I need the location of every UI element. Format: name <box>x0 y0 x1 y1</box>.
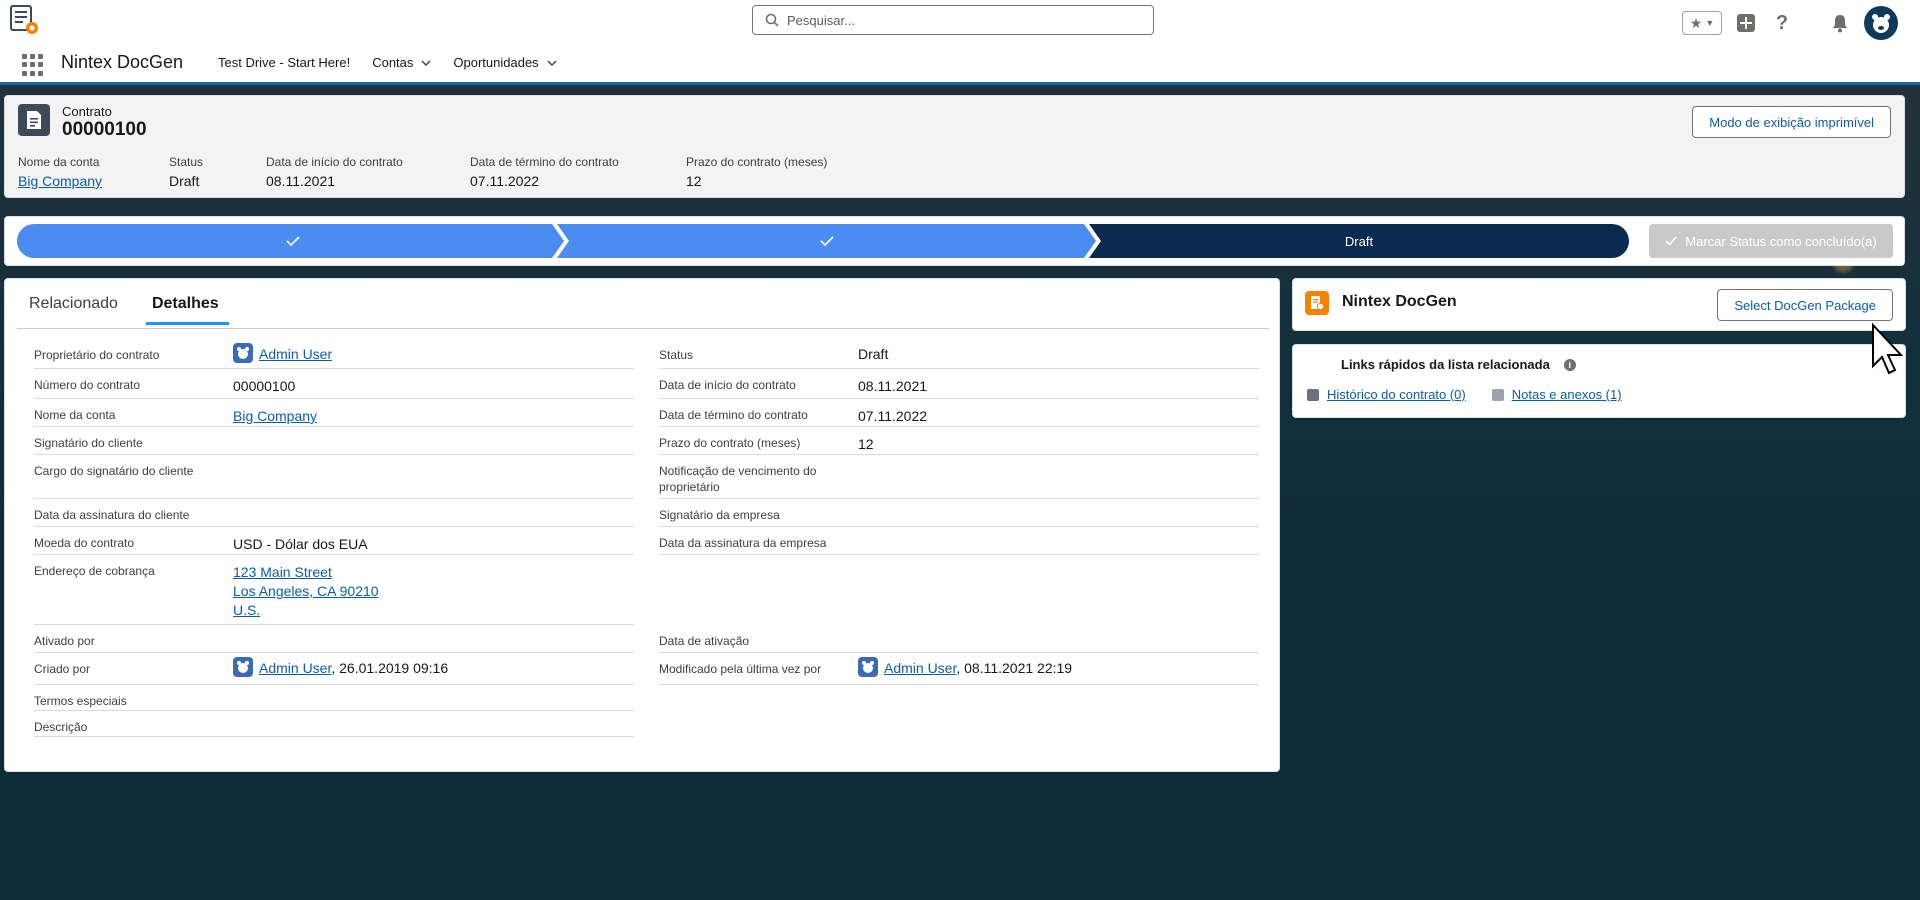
path-stage-2[interactable] <box>557 224 1096 258</box>
account-name-link[interactable]: Big Company <box>233 407 317 426</box>
field-row: Endereço de cobrança 123 Main Street Los… <box>34 555 634 625</box>
highlight-field: Status Draft <box>169 155 204 189</box>
related-quick-links: Links rápidos da lista relacionada i His… <box>1292 344 1906 418</box>
chevron-down-icon: ▼ <box>1705 18 1715 28</box>
docgen-icon <box>1305 291 1329 315</box>
field-row: Data da assinatura da empresa <box>659 527 1259 555</box>
field-row: Data de ativação <box>659 625 1259 653</box>
app-launcher-icon[interactable] <box>22 54 44 76</box>
field-row: Modificado pela última vez por Admin Use… <box>659 653 1259 685</box>
created-by-link[interactable]: Admin User <box>259 660 331 676</box>
field-spacer <box>659 555 1259 625</box>
nav-items: Test Drive - Start Here! Contas Oportuni… <box>218 55 557 70</box>
details-card: Relacionado Detalhes Proprietário do con… <box>4 278 1280 772</box>
tab-relacionado[interactable]: Relacionado <box>29 295 118 325</box>
status-path: Draft Marcar Status como concluído(a) <box>4 216 1905 266</box>
object-type-label: Contrato <box>62 104 112 119</box>
favorites-star-icon: ★ <box>1689 14 1703 31</box>
setup-icon[interactable] <box>1806 11 1816 35</box>
field-row: Prazo do contrato (meses) 12 <box>659 427 1259 455</box>
docgen-card: Nintex DocGen Select DocGen Package <box>1292 278 1906 331</box>
record-name: 00000100 <box>62 119 147 140</box>
modified-by-link[interactable]: Admin User <box>884 660 956 676</box>
user-icon <box>233 657 253 678</box>
info-icon[interactable]: i <box>1563 358 1576 371</box>
help-icon[interactable]: ? <box>1770 11 1794 35</box>
billing-address-link[interactable]: 123 Main Street Los Angeles, CA 90210 U.… <box>233 563 379 620</box>
field-row: Ativado por <box>34 625 634 653</box>
field-row: Proprietário do contrato Admin User <box>34 339 634 369</box>
field-row: Cargo do signatário do cliente <box>34 455 634 499</box>
field-row: Nome da conta Big Company <box>34 399 634 427</box>
details-right-column: Status Draft Data de início do contrato … <box>659 339 1259 685</box>
record-highlights: Contrato 00000100 Modo de exibição impri… <box>4 95 1905 198</box>
contract-icon <box>18 104 50 136</box>
app-name: Nintex DocGen <box>61 52 184 72</box>
account-link[interactable]: Big Company <box>18 173 129 189</box>
field-row: Signatário do cliente <box>34 427 634 455</box>
highlight-field: Nome da conta Big Company <box>18 155 129 189</box>
field-row: Criado por Admin User, 26.01.2019 09:16 <box>34 653 634 685</box>
field-row: Termos especiais <box>34 685 634 711</box>
highlight-fields: Nome da conta Big Company Status Draft D… <box>18 155 867 189</box>
avatar-icon[interactable] <box>1864 6 1898 40</box>
header-actions: ★ ▼ ? <box>1682 6 1898 40</box>
details-left-column: Proprietário do contrato Admin User Núme… <box>34 339 634 737</box>
checkmark-icon <box>1665 236 1677 246</box>
mouse-cursor-icon <box>1872 322 1904 375</box>
mark-status-complete-button[interactable]: Marcar Status como concluído(a) <box>1649 224 1893 258</box>
path-stage-label: Draft <box>1344 233 1374 249</box>
select-docgen-package-button[interactable]: Select DocGen Package <box>1717 289 1893 321</box>
docgen-title: Nintex DocGen <box>1342 293 1457 310</box>
global-header: Pesquisar... ★ ▼ ? <box>0 0 1920 42</box>
search-placeholder: Pesquisar... <box>787 12 855 28</box>
field-row: Data da assinatura do cliente <box>34 499 634 527</box>
quick-link-contract-history[interactable]: Histórico do contrato (0) <box>1307 387 1466 402</box>
notes-icon <box>1491 388 1504 401</box>
owner-link[interactable]: Admin User <box>259 346 332 362</box>
field-row: Notificação de vencimento do proprietári… <box>659 455 1259 499</box>
user-icon <box>858 657 878 678</box>
quick-link-notes-attachments[interactable]: Notas e anexos (1) <box>1491 387 1622 402</box>
user-icon <box>233 343 253 364</box>
org-logo-icon[interactable] <box>8 4 40 36</box>
field-row: Status Draft <box>659 339 1259 369</box>
field-row: Signatário da empresa <box>659 499 1259 527</box>
field-row: Data de início do contrato 08.11.2021 <box>659 369 1259 399</box>
field-row: Data de término do contrato 07.11.2022 <box>659 399 1259 427</box>
field-row: Moeda do contrato USD - Dólar dos EUA <box>34 527 634 555</box>
quick-links-list: Histórico do contrato (0) Notas e anexos… <box>1307 387 1622 402</box>
global-search-input[interactable]: Pesquisar... <box>752 5 1154 35</box>
search-icon <box>765 13 779 27</box>
highlight-field: Data de término do contrato 07.11.2022 <box>470 155 619 189</box>
history-icon <box>1307 388 1319 401</box>
nav-item-test-drive[interactable]: Test Drive - Start Here! <box>218 55 350 70</box>
highlight-field: Prazo do contrato (meses) 12 <box>686 155 828 189</box>
bell-icon[interactable] <box>1828 11 1852 35</box>
favorites-button[interactable]: ★ ▼ <box>1682 11 1722 35</box>
tab-detalhes[interactable]: Detalhes <box>145 295 229 325</box>
chevron-down-icon[interactable] <box>547 58 557 68</box>
field-row: Número do contrato 00000100 <box>34 369 634 399</box>
highlight-field: Data de início do contrato 08.11.2021 <box>266 155 403 189</box>
nav-item-oportunidades[interactable]: Oportunidades <box>453 55 557 70</box>
quick-links-title: Links rápidos da lista relacionada i <box>1341 357 1576 372</box>
path-stage-1[interactable] <box>17 224 564 258</box>
tab-divider <box>17 328 1269 329</box>
chevron-down-icon[interactable] <box>421 58 431 68</box>
app-navigation: Nintex DocGen Test Drive - Start Here! C… <box>0 42 1920 85</box>
record-tabs: Relacionado Detalhes <box>29 295 229 325</box>
add-icon[interactable] <box>1734 11 1758 35</box>
nav-item-contas[interactable]: Contas <box>372 55 431 70</box>
field-row: Descrição <box>34 711 634 737</box>
printable-view-button[interactable]: Modo de exibição imprimível <box>1692 106 1891 138</box>
